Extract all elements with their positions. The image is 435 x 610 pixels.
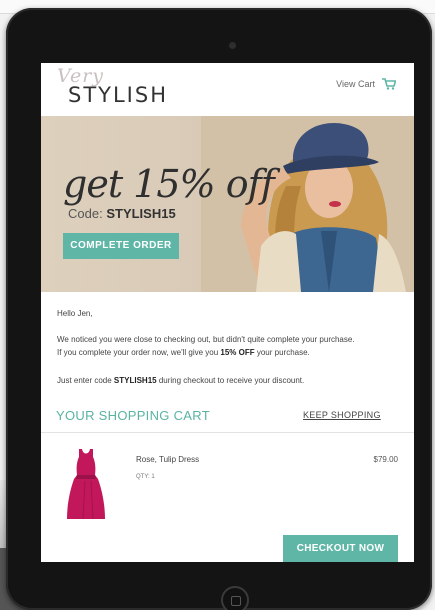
hero-banner: get 15% off Code: STYLISH15 COMPLETE ORD… <box>41 116 414 292</box>
promo-code-line: Code: STYLISH15 <box>68 206 176 221</box>
shopping-cart-heading: YOUR SHOPPING CART <box>56 408 210 423</box>
promo-code-prefix: Code: <box>68 206 103 221</box>
discount-code-inline: STYLISH15 <box>113 376 157 385</box>
promo-code: STYLISH15 <box>106 206 176 221</box>
shopping-cart-icon <box>382 78 396 90</box>
greeting-text: Hello Jen, <box>57 309 93 318</box>
message-line-3-text-a: Just enter code <box>57 376 114 385</box>
message-line-2: If you complete your order now, we'll gi… <box>57 346 310 359</box>
logo-text[interactable]: STYLISH <box>68 83 168 107</box>
divider <box>41 432 414 433</box>
message-line-3-text-b: during checkout to receive your discount… <box>156 376 305 385</box>
email-header: Very STYLISH View Cart <box>41 63 414 115</box>
complete-order-button[interactable]: COMPLETE ORDER <box>63 233 179 259</box>
keep-shopping-link[interactable]: KEEP SHOPPING <box>303 410 381 420</box>
cart-item-price: $79.00 <box>373 455 398 464</box>
message-line-2-text-b: your purchase. <box>254 348 310 357</box>
cart-item-name[interactable]: Rose, Tulip Dress <box>136 455 199 464</box>
view-cart-label: View Cart <box>336 79 375 89</box>
home-button[interactable] <box>221 586 249 610</box>
view-cart-link[interactable]: View Cart <box>336 78 396 90</box>
dress-product-image[interactable] <box>65 449 107 521</box>
message-line-2-text-a: If you complete your order now, we'll gi… <box>57 348 221 357</box>
camera-icon <box>229 42 236 49</box>
discount-headline: get 15% off <box>63 162 275 206</box>
message-line-1: We noticed you were close to checking ou… <box>57 335 355 344</box>
cart-item-qty: QTY: 1 <box>136 474 155 480</box>
message-line-3: Just enter code STYLISH15 during checkou… <box>57 374 304 387</box>
email-screen: Very STYLISH View Cart get 15% off Code:… <box>41 63 414 562</box>
discount-amount: 15% OFF <box>220 348 255 357</box>
checkout-now-button[interactable]: CHECKOUT NOW <box>283 535 398 562</box>
